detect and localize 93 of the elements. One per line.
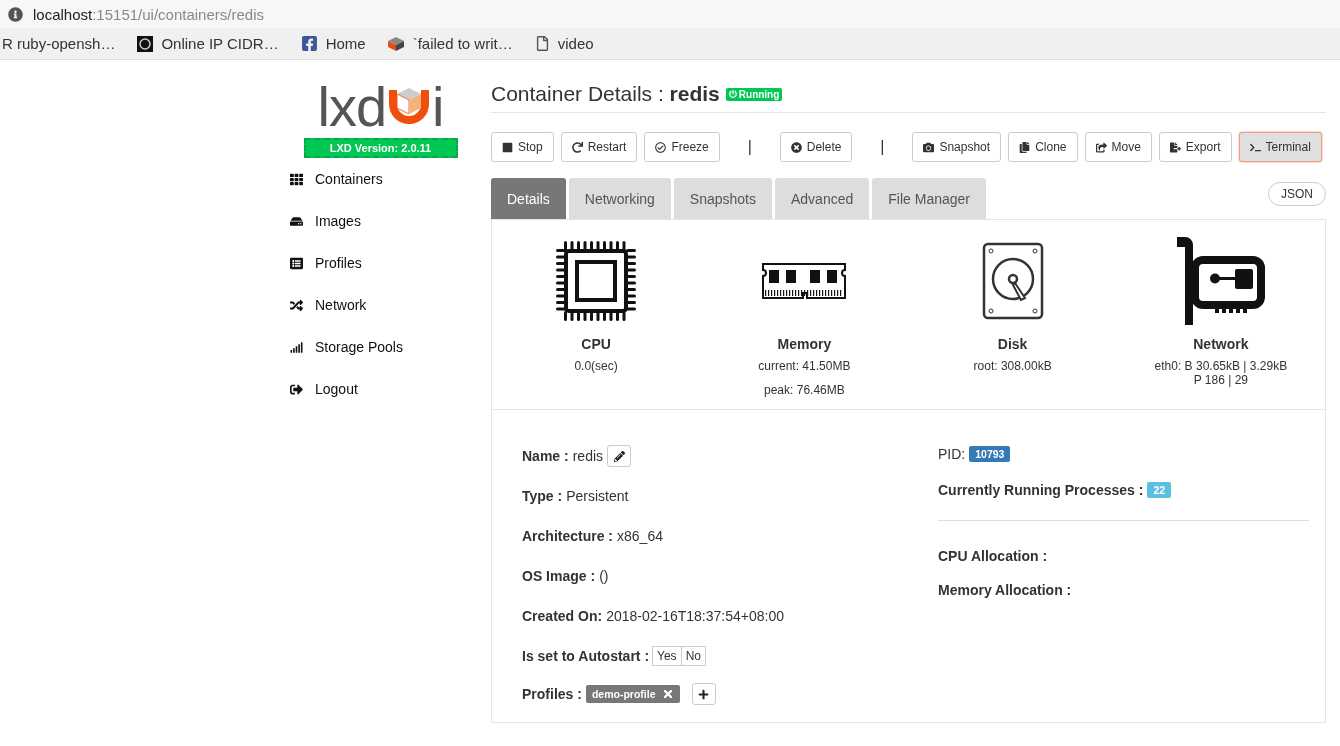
stat-title: CPU: [581, 336, 611, 352]
circle-logo-icon: [137, 35, 154, 52]
version-badge: LXD Version: 2.0.11: [303, 138, 458, 158]
field-value: Persistent: [566, 488, 629, 504]
address-bar[interactable]: localhost:15151/ui/containers/redis: [33, 5, 264, 23]
share-icon: [1095, 141, 1107, 153]
stat-value: current: 41.50MB: [758, 359, 851, 373]
status-badge: Running: [725, 87, 783, 101]
field-label: PID:: [938, 446, 966, 462]
memory-module-icon: [761, 262, 848, 300]
nav-item[interactable]: Logout: [290, 368, 491, 410]
logout-icon: [290, 382, 303, 396]
cube-icon: [387, 35, 405, 52]
remove-icon[interactable]: [661, 688, 674, 700]
drive-icon: [290, 214, 303, 228]
bookmark[interactable]: video: [534, 35, 594, 52]
bookmark[interactable]: Home: [300, 35, 366, 52]
plus-icon: [698, 688, 709, 700]
action-button[interactable]: Stop: [491, 132, 554, 162]
action-button[interactable]: Export: [1158, 132, 1232, 162]
network-card-icon: [1174, 235, 1267, 327]
page-icon: [534, 36, 550, 51]
stat-value: 0.0(sec): [574, 359, 618, 373]
delete-icon: [790, 141, 802, 153]
stat-title: Memory: [777, 336, 832, 352]
restart-icon: [571, 141, 583, 153]
field-label: Created On:: [522, 608, 603, 624]
add-button[interactable]: [691, 683, 716, 705]
field-label: Profiles :: [522, 686, 582, 702]
bookmark[interactable]: `failed to writ…: [387, 35, 513, 52]
field-value: (): [599, 568, 609, 584]
action-button[interactable]: Snapshot: [912, 132, 1002, 162]
field-value: x86_64: [617, 528, 663, 544]
bookmark[interactable]: Online IP CIDR…: [137, 35, 279, 52]
field-label: CPU Allocation :: [938, 548, 1048, 564]
json-button[interactable]: JSON: [1268, 181, 1326, 206]
action-button[interactable]: Clone: [1008, 132, 1078, 162]
copy-icon: [1019, 141, 1031, 153]
bookmark[interactable]: R ruby-opensh…: [2, 35, 116, 52]
tab[interactable]: Networking: [568, 178, 671, 219]
field-label: Architecture :: [522, 528, 614, 544]
tab[interactable]: Details: [491, 178, 566, 219]
field-value: redis: [572, 448, 604, 464]
field-label: Type :: [522, 488, 563, 504]
logo-text: lxd: [317, 82, 387, 132]
action-button[interactable]: Delete: [779, 132, 853, 162]
power-icon: [728, 90, 737, 98]
stat-title: Disk: [997, 336, 1028, 352]
facebook-icon: [300, 35, 318, 52]
tab[interactable]: Snapshots: [673, 178, 772, 219]
stat-title: Network: [1193, 336, 1249, 352]
field-label: Is set to Autostart :: [522, 648, 650, 664]
field-label: Memory Allocation :: [938, 582, 1072, 598]
logo-text: i: [432, 82, 444, 132]
separator: |: [879, 138, 886, 156]
shuffle-icon: [290, 298, 303, 312]
field-label: Currently Running Processes :: [938, 482, 1144, 498]
count-badge: 10793: [969, 446, 1011, 462]
action-button[interactable]: Terminal: [1238, 132, 1322, 162]
stat-value: peak: 76.46MB: [764, 383, 845, 397]
stop-icon: [502, 141, 513, 153]
count-badge: 22: [1147, 482, 1172, 498]
edit-button[interactable]: [607, 445, 632, 467]
field-label: OS Image :: [522, 568, 596, 584]
separator: |: [746, 138, 753, 156]
export-icon: [1169, 141, 1181, 153]
list-icon: [290, 256, 303, 270]
page-title: Container Details : redis: [491, 82, 720, 106]
action-button[interactable]: Restart: [560, 132, 638, 162]
nav-item[interactable]: Images: [290, 200, 491, 242]
action-button[interactable]: Freeze: [644, 132, 720, 162]
grid-icon: [290, 172, 303, 186]
camera-icon: [923, 141, 935, 153]
toggle-option[interactable]: Yes: [652, 646, 682, 666]
toggle-option[interactable]: No: [680, 646, 706, 666]
stat-value: P 186 | 29: [1193, 373, 1248, 387]
tab[interactable]: Advanced: [775, 178, 870, 219]
nav-item[interactable]: Profiles: [290, 242, 491, 284]
action-button[interactable]: Move: [1084, 132, 1152, 162]
profile-tag: demo-profile: [585, 685, 680, 703]
bars-icon: [290, 340, 303, 354]
stat-value: eth0: B 30.65kB | 3.29kB: [1154, 359, 1288, 373]
nav-item[interactable]: Containers: [290, 158, 491, 200]
nav-item[interactable]: Network: [290, 284, 491, 326]
tab[interactable]: File Manager: [872, 178, 986, 219]
pencil-icon: [613, 450, 625, 462]
nav-item[interactable]: Storage Pools: [290, 326, 491, 368]
field-label: Name :: [522, 448, 569, 464]
field-value: 2018-02-16T18:37:54+08:00: [606, 608, 784, 624]
terminal-icon: [1249, 141, 1261, 153]
info-icon[interactable]: [8, 6, 23, 22]
stat-value: root: 308.00kB: [973, 359, 1052, 373]
cpu-chip-icon: [554, 239, 639, 323]
